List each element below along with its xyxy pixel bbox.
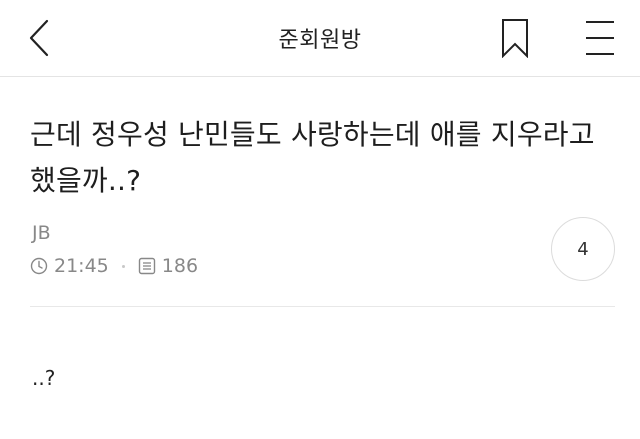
post-body: ..? [32, 366, 56, 390]
post-title: 근데 정우성 난민들도 사랑하는데 애를 지우라고 했을까..? [30, 118, 595, 197]
post-author[interactable]: JB [32, 222, 51, 244]
clock-icon [30, 257, 48, 275]
meta-separator [121, 264, 125, 268]
board-title: 준회원방 [278, 28, 362, 53]
post-time: 21:45 [54, 255, 109, 277]
post-meta: 21:45 186 [30, 254, 198, 278]
top-navigation-bar: 준회원방 [0, 0, 640, 77]
view-count-icon [138, 257, 156, 275]
menu-button[interactable] [578, 18, 622, 58]
bookmark-icon [502, 19, 528, 59]
comment-count-button[interactable]: 4 [551, 217, 615, 281]
hamburger-menu-icon [586, 21, 614, 55]
content-divider [30, 306, 615, 307]
view-count: 186 [161, 255, 199, 277]
bookmark-button[interactable] [496, 18, 534, 59]
